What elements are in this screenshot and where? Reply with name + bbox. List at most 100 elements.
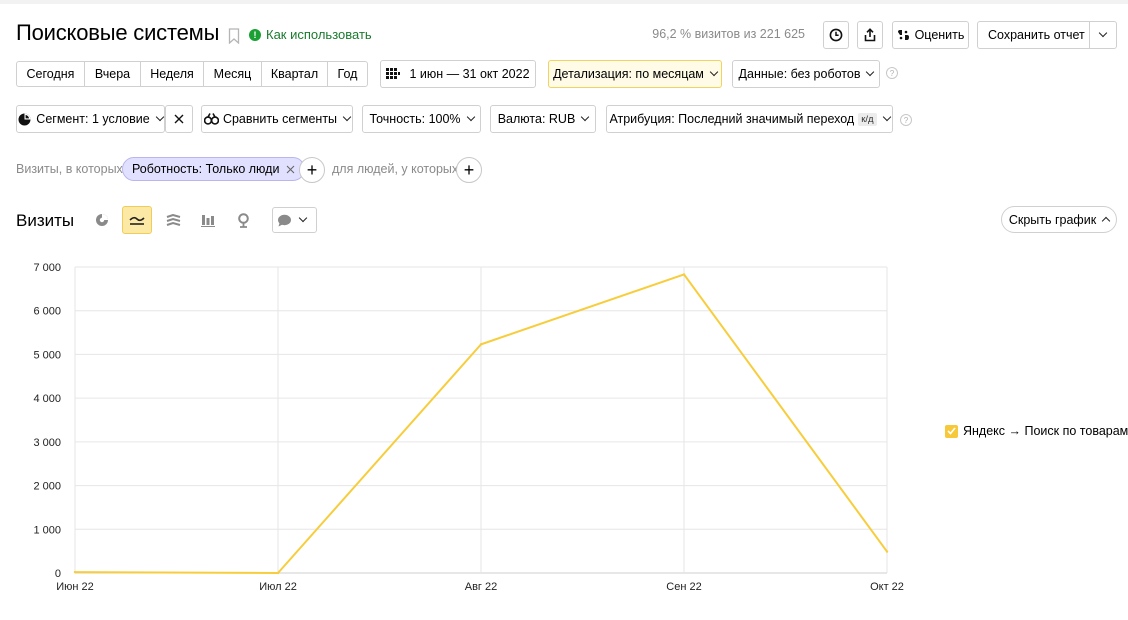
area-chart-view-button[interactable] <box>158 206 188 234</box>
accuracy-dropdown[interactable]: Точность: 100% <box>362 105 481 133</box>
x-tick-label: Сен 22 <box>666 581 701 593</box>
robot-filter-label: Роботность: Только люди <box>132 162 280 176</box>
period-selector: Сегодня Вчера Неделя Месяц Квартал Год <box>16 61 368 87</box>
y-tick-label: 1 000 <box>33 524 61 536</box>
period-today[interactable]: Сегодня <box>17 62 84 86</box>
visits-share-text: 96,2 % визитов из 221 625 <box>652 27 805 41</box>
chevron-down-icon <box>1098 28 1108 38</box>
y-tick-label: 2 000 <box>33 481 61 493</box>
data-point <box>73 570 77 574</box>
data-dropdown[interactable]: Данные: без роботов <box>732 60 880 88</box>
save-report-menu-button[interactable] <box>1090 22 1116 48</box>
clock-icon <box>829 28 843 42</box>
how-to-use-label: Как использовать <box>266 27 372 42</box>
chevron-down-icon <box>298 213 308 223</box>
chevron-down-icon <box>581 112 590 122</box>
help-icon[interactable]: ? <box>886 67 898 79</box>
compare-label: Сравнить сегменты <box>222 112 338 126</box>
y-tick-label: 0 <box>55 568 61 580</box>
how-to-use-link[interactable]: ! Как использовать <box>249 27 372 42</box>
rate-button[interactable]: Оценить <box>892 21 969 49</box>
hide-chart-label: Скрыть график <box>1008 212 1097 227</box>
add-people-filter-button[interactable]: + <box>456 157 482 183</box>
people-filter-label: для людей, у которых <box>332 162 459 176</box>
detail-label: Детализация: по месяцам <box>553 67 704 81</box>
close-icon[interactable] <box>286 165 295 174</box>
data-point <box>682 273 686 276</box>
y-tick-label: 6 000 <box>33 306 61 318</box>
line-chart-icon <box>129 216 145 225</box>
pie-chart-view-button[interactable] <box>87 206 117 234</box>
chevron-up-icon <box>1101 216 1111 226</box>
map-pin-icon <box>237 212 249 228</box>
visits-line-chart: 0 1 000 2 000 3 000 4 000 5 000 6 000 7 000 Июн … <box>33 262 904 593</box>
share-icon <box>864 28 876 42</box>
period-yesterday[interactable]: Вчера <box>84 62 140 86</box>
chevron-down-icon <box>466 112 475 122</box>
x-tick-label: Июн 22 <box>56 581 94 593</box>
period-year[interactable]: Год <box>327 62 367 86</box>
page-title: Поисковые системы <box>16 20 220 45</box>
x-tick-label: Окт 22 <box>870 581 904 593</box>
compare-segments-dropdown[interactable]: Сравнить сегменты <box>201 105 353 133</box>
data-label: Данные: без роботов <box>738 67 861 81</box>
history-button[interactable] <box>823 21 849 49</box>
period-quarter[interactable]: Квартал <box>261 62 327 86</box>
currency-label: Валюта: RUB <box>497 112 576 126</box>
currency-dropdown[interactable]: Валюта: RUB <box>490 105 596 133</box>
calendar-icon <box>386 68 401 79</box>
section-title: Визиты <box>16 211 75 230</box>
chevron-down-icon <box>866 67 875 77</box>
add-visit-filter-button[interactable]: + <box>299 157 325 183</box>
legend-series-label: Яндекс → Поиск по товарам <box>963 424 1128 438</box>
data-point <box>479 343 483 346</box>
attribution-dropdown[interactable]: Атрибуция: Последний значимый переход к/… <box>606 105 893 133</box>
close-icon <box>174 114 184 124</box>
attribution-label: Атрибуция: Последний значимый переход <box>609 112 855 126</box>
chevron-down-icon <box>155 112 164 122</box>
detail-dropdown[interactable]: Детализация: по месяцам <box>548 60 722 88</box>
visits-filter-label: Визиты, в которых <box>16 162 123 176</box>
info-icon: ! <box>249 28 261 41</box>
chevron-down-icon <box>882 112 891 122</box>
rate-label: Оценить <box>914 28 965 42</box>
bookmark-icon[interactable] <box>228 28 240 44</box>
attribution-badge: к/д <box>858 112 877 126</box>
x-tick-label: Авг 22 <box>465 581 497 593</box>
segment-dropdown[interactable]: Сегмент: 1 условие <box>16 105 165 133</box>
segment-clear-button[interactable] <box>165 105 193 133</box>
date-range-button[interactable]: 1 июн — 31 окт 2022 <box>380 60 536 88</box>
line-chart-view-button[interactable] <box>122 206 152 234</box>
compare-icon <box>203 113 219 125</box>
pie-chart-icon <box>96 214 108 226</box>
top-strip <box>0 0 1128 4</box>
chevron-down-icon <box>709 67 719 77</box>
x-tick-label: Июл 22 <box>259 581 297 593</box>
date-range-label: 1 июн — 31 окт 2022 <box>409 67 530 81</box>
checkmark-icon <box>947 427 956 435</box>
legend-checkbox[interactable] <box>945 424 958 438</box>
bar-chart-icon <box>201 214 215 227</box>
data-point <box>276 571 280 575</box>
y-tick-label: 4 000 <box>33 393 61 405</box>
comment-icon <box>278 214 291 226</box>
y-tick-label: 3 000 <box>33 437 61 449</box>
chart-legend[interactable]: Яндекс → Поиск по товарам <box>945 424 1128 438</box>
y-tick-label: 7 000 <box>33 262 61 274</box>
period-week[interactable]: Неделя <box>140 62 203 86</box>
segment-label: Сегмент: 1 условие <box>36 112 150 126</box>
chevron-down-icon <box>342 112 352 122</box>
save-report-label: Сохранить отчет <box>988 28 1085 42</box>
map-view-button[interactable] <box>228 206 258 234</box>
period-month[interactable]: Месяц <box>203 62 261 86</box>
data-point <box>885 550 889 553</box>
robot-filter-chip[interactable]: Роботность: Только люди <box>122 157 306 181</box>
segment-pie-icon <box>18 113 31 125</box>
rate-icon <box>897 30 909 40</box>
accuracy-label: Точность: 100% <box>369 112 461 126</box>
annotations-dropdown[interactable] <box>272 207 317 233</box>
hide-chart-button[interactable]: Скрыть график <box>1001 206 1117 233</box>
export-button[interactable] <box>857 21 883 49</box>
bar-chart-view-button[interactable] <box>193 206 223 234</box>
help-icon[interactable]: ? <box>900 114 912 126</box>
